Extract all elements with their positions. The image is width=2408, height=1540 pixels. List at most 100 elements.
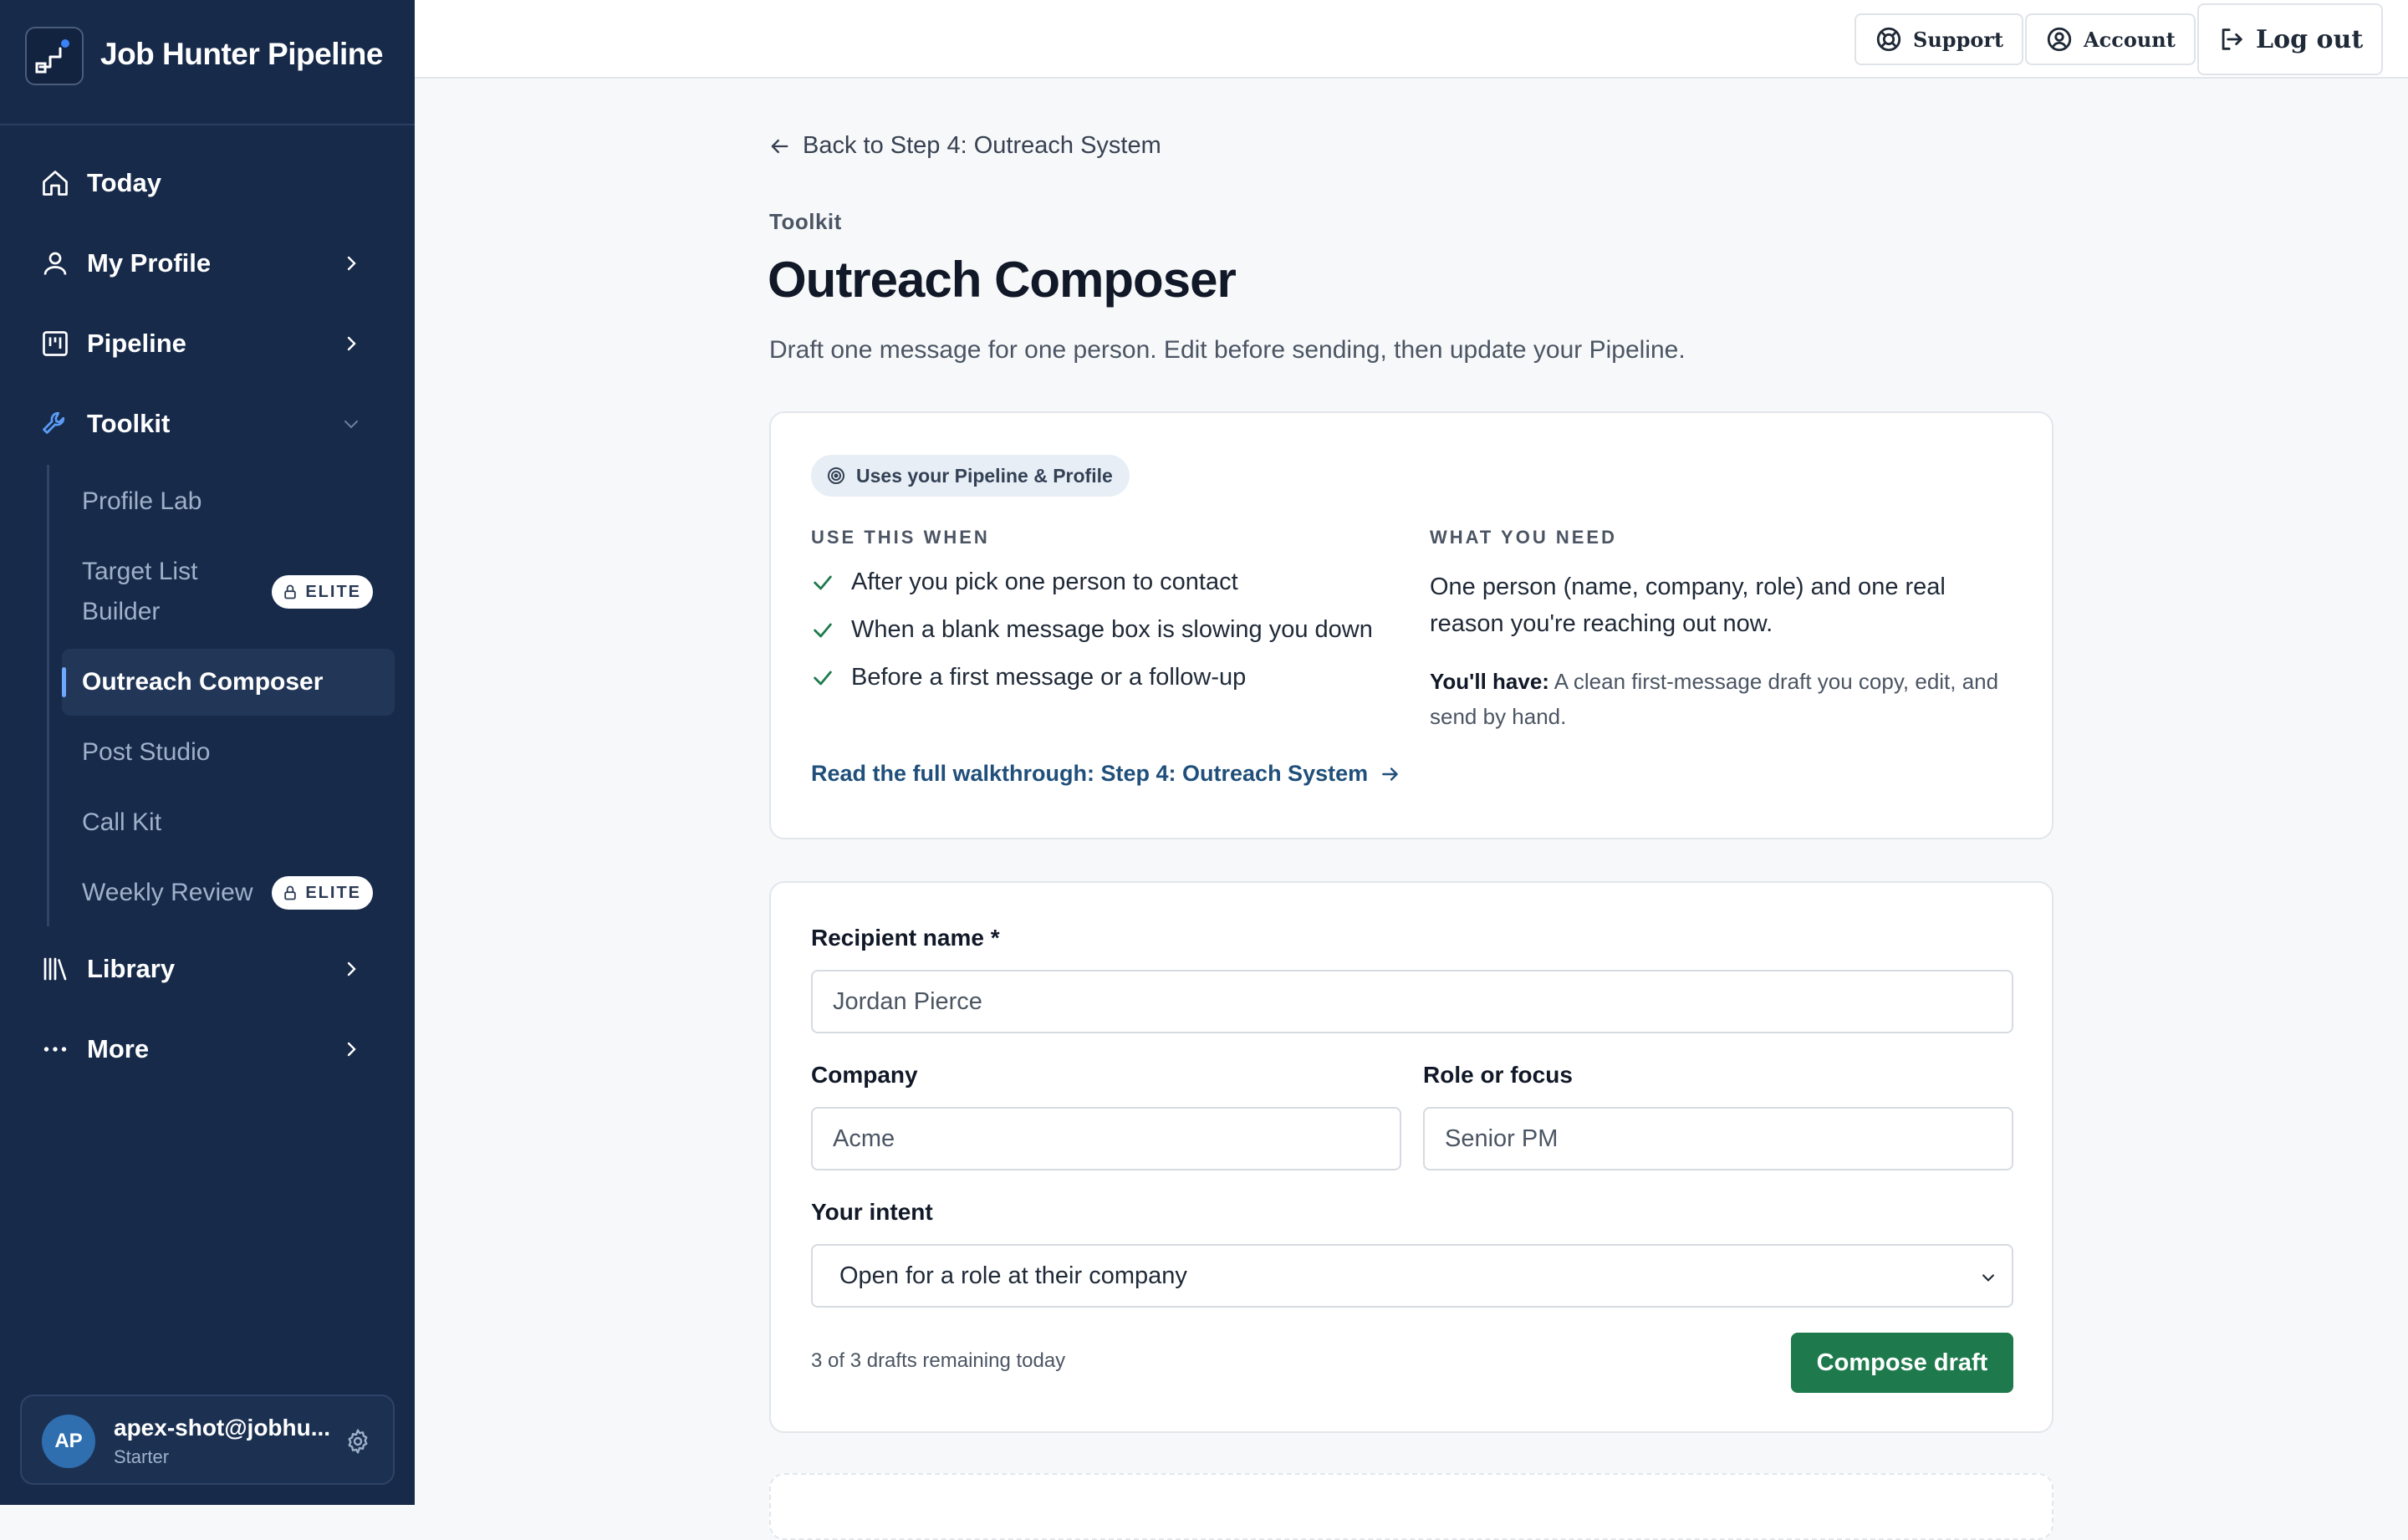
sidebar-item-profile-lab[interactable]: Profile Lab (62, 482, 395, 522)
check-icon (814, 623, 832, 637)
recipient-name-label: Recipient name * (811, 925, 1000, 951)
walkthrough-link[interactable]: Read the full walkthrough: Step 4: Outre… (811, 761, 1401, 787)
account-button[interactable]: Account (2025, 13, 2196, 65)
intent-label: Your intent (811, 1199, 933, 1225)
chevron-down-icon (1982, 1274, 1994, 1282)
compose-form-card: Recipient name * Jordan Pierce Company A… (769, 881, 2053, 1433)
lock-icon (284, 885, 297, 900)
target-icon (828, 467, 844, 484)
sidebar-item-weekly-review[interactable]: Weekly Review ELITE (62, 873, 395, 913)
sidebar-item-label: Profile Lab (82, 487, 202, 515)
wrench-icon (43, 411, 65, 434)
page-eyebrow: Toolkit (769, 209, 842, 234)
use-when-text: After you pick one person to contact (851, 569, 1238, 595)
toolkit-submenu-rail (47, 465, 49, 926)
brand-header[interactable]: Job Hunter Pipeline (0, 0, 415, 125)
elite-badge: ELITE (272, 876, 373, 910)
user-plan: Starter (114, 1446, 170, 1467)
compose-draft-button[interactable]: Compose draft (1791, 1333, 2013, 1393)
sidebar: Job Hunter Pipeline Today My Profile Pip… (0, 0, 415, 1505)
context-pill: Uses your Pipeline & Profile (811, 455, 1130, 497)
role-label: Role or focus (1423, 1062, 1573, 1088)
nav-label: My Profile (87, 248, 212, 278)
use-when-item: When a blank message box is slowing you … (811, 616, 1373, 644)
chevron-right-icon (347, 1042, 356, 1057)
elite-badge: ELITE (272, 575, 373, 609)
role-input[interactable]: Senior PM (1423, 1107, 2013, 1170)
nav-my-profile[interactable]: My Profile (33, 233, 385, 293)
pipeline-logo-icon (25, 27, 84, 85)
sidebar-item-outreach-composer[interactable]: Outreach Composer (62, 649, 395, 716)
use-when-text: Before a first message or a follow-up (851, 664, 1247, 691)
recipient-name-input[interactable]: Jordan Pierce (811, 970, 2013, 1033)
chevron-right-icon (347, 256, 356, 271)
youll-have-label: You'll have: (1430, 669, 1549, 694)
intent-selected-value: Open for a role at their company (839, 1262, 1187, 1289)
nav-pipeline[interactable]: Pipeline (33, 314, 385, 374)
chevron-right-icon (347, 336, 356, 351)
context-pill-label: Uses your Pipeline & Profile (856, 464, 1113, 487)
nav-label: Library (87, 954, 176, 983)
walkthrough-link-label: Read the full walkthrough: Step 4: Outre… (811, 761, 1369, 786)
sidebar-item-label: Post Studio (82, 738, 211, 766)
nav-more[interactable]: More (33, 1019, 385, 1079)
use-when-text: When a blank message box is slowing you … (851, 616, 1373, 643)
sidebar-item-post-studio[interactable]: Post Studio (62, 732, 395, 773)
use-when-item: Before a first message or a follow-up (811, 664, 1246, 691)
avatar: AP (42, 1415, 95, 1468)
home-icon (43, 171, 68, 196)
user-icon (43, 252, 67, 275)
nav-today[interactable]: Today (33, 153, 385, 213)
support-button[interactable]: Support (1854, 13, 2024, 65)
arrow-right-icon (1382, 767, 1398, 781)
check-icon (814, 575, 832, 589)
gear-icon[interactable] (344, 1428, 371, 1455)
page-title: Outreach Composer (768, 252, 1237, 308)
logout-button[interactable]: Log out (2197, 3, 2384, 75)
sidebar-item-label: Call Kit (82, 808, 162, 836)
logout-icon (2222, 28, 2242, 50)
page-subtitle: Draft one message for one person. Edit b… (769, 336, 1686, 364)
use-when-heading: USE THIS WHEN (811, 527, 990, 548)
user-card[interactable]: AP apex-shot@jobhu... Starter (20, 1395, 395, 1485)
nav-label: More (87, 1034, 150, 1063)
sidebar-item-label: Weekly Review (82, 879, 253, 906)
kanban-icon (43, 331, 68, 356)
nav-library[interactable]: Library (33, 939, 385, 999)
back-link[interactable]: Back to Step 4: Outreach System (768, 132, 1161, 160)
drafts-remaining: 3 of 3 drafts remaining today (811, 1349, 1066, 1372)
back-link-label: Back to Step 4: Outreach System (803, 132, 1161, 159)
chevron-right-icon (347, 961, 356, 977)
support-label: Support (1913, 27, 2004, 52)
more-dots-icon (43, 1047, 67, 1052)
what-you-need-text: One person (name, company, role) and one… (1430, 574, 1946, 637)
account-circle-icon (2047, 27, 2072, 52)
user-email: apex-shot@jobhu... (114, 1415, 331, 1441)
check-icon (814, 671, 832, 685)
elite-badge-label: ELITE (305, 582, 361, 601)
sidebar-item-label: Outreach Composer (82, 668, 324, 696)
nav-label: Toolkit (87, 409, 171, 438)
logout-label: Log out (2256, 24, 2364, 54)
company-input[interactable]: Acme (811, 1107, 1401, 1170)
what-you-need-heading: WHAT YOU NEED (1430, 527, 1617, 548)
elite-badge-label: ELITE (305, 883, 361, 902)
info-card: Uses your Pipeline & Profile USE THIS WH… (769, 411, 2053, 839)
nav-toolkit[interactable]: Toolkit (33, 394, 385, 454)
chevron-down-icon (344, 421, 358, 429)
use-when-item: After you pick one person to contact (811, 569, 1238, 596)
intent-select[interactable]: Open for a role at their company (811, 1244, 2013, 1308)
lifebuoy-icon (1876, 27, 1901, 52)
nav-label: Pipeline (87, 329, 186, 358)
sidebar-item-label: Target List Builder (82, 558, 198, 625)
arrow-left-icon (771, 139, 788, 153)
sidebar-item-target-list-builder[interactable]: Target List Builder ELITE (62, 552, 395, 632)
nav-label: Today (87, 168, 161, 197)
sidebar-item-call-kit[interactable]: Call Kit (62, 803, 395, 843)
draft-output-placeholder (769, 1473, 2053, 1540)
youll-have-text: You'll have: A clean first-message draft… (1430, 664, 2015, 734)
company-label: Company (811, 1062, 918, 1088)
top-bar: Support Account Log out (415, 0, 2408, 79)
lock-icon (284, 584, 297, 599)
account-label: Account (2084, 27, 2176, 52)
